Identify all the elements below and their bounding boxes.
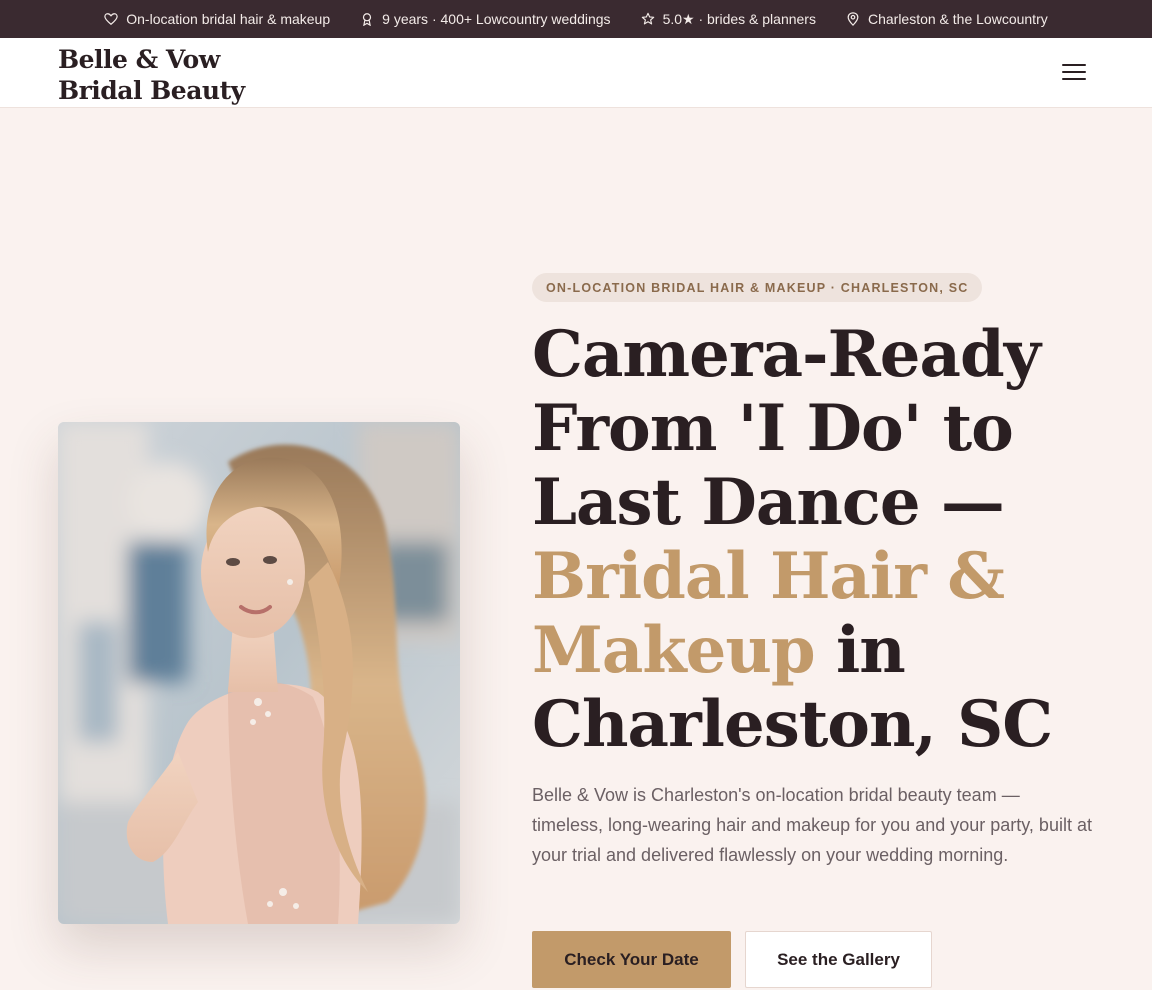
headline-line-1: Camera-Ready <box>532 317 1041 392</box>
headline-line-4-accent: Bridal Hair & <box>532 539 1005 614</box>
heart-icon <box>104 13 118 26</box>
headline-line-2: From 'I Do' to <box>532 391 1014 466</box>
topbar-label: Charleston & the Lowcountry <box>867 11 1048 27</box>
topbar-item-experience: 9 years · 400+ Lowcountry weddings <box>360 11 611 27</box>
topbar-label: 5.0★ · brides & planners <box>662 10 816 27</box>
headline-line-5: Makeup in <box>532 614 1112 688</box>
headline-accent-makeup: Makeup <box>532 613 816 688</box>
star-icon <box>641 12 654 25</box>
topbar-item-services: On-location bridal hair & makeup <box>104 11 330 27</box>
hamburger-menu-icon[interactable] <box>1062 64 1086 82</box>
headline-word-in: in <box>814 613 906 688</box>
map-pin-icon <box>847 12 859 26</box>
hero-lead-paragraph: Belle & Vow is Charleston's on-location … <box>532 785 1092 865</box>
see-gallery-button[interactable]: See the Gallery <box>745 931 932 988</box>
hero-bride-photo <box>58 422 460 924</box>
announcement-bar: On-location bridal hair & makeup 9 years… <box>0 0 1152 38</box>
brand-logo[interactable]: Belle & Vow Bridal Beauty <box>58 44 245 106</box>
award-icon <box>363 13 372 26</box>
topbar-label: 9 years · 400+ Lowcountry weddings <box>382 11 611 27</box>
logo-line-2: Bridal Beauty <box>58 76 245 105</box>
topbar-item-location: Charleston & the Lowcountry <box>846 11 1048 27</box>
hero-eyebrow-badge: ON-LOCATION BRIDAL HAIR & MAKEUP · CHARL… <box>532 273 983 302</box>
site-header: Belle & Vow Bridal Beauty <box>0 38 1152 108</box>
check-date-button[interactable]: Check Your Date <box>532 931 731 988</box>
logo-line-1: Belle & Vow <box>58 45 220 74</box>
topbar-item-rating: 5.0★ · brides & planners <box>641 11 816 28</box>
headline-line-6: Charleston, SC <box>532 687 1053 762</box>
hero-headline: Camera-Ready From 'I Do' to Last Dance —… <box>532 318 1112 762</box>
headline-line-3: Last Dance — <box>532 465 1005 540</box>
topbar-label: On-location bridal hair & makeup <box>126 11 331 27</box>
